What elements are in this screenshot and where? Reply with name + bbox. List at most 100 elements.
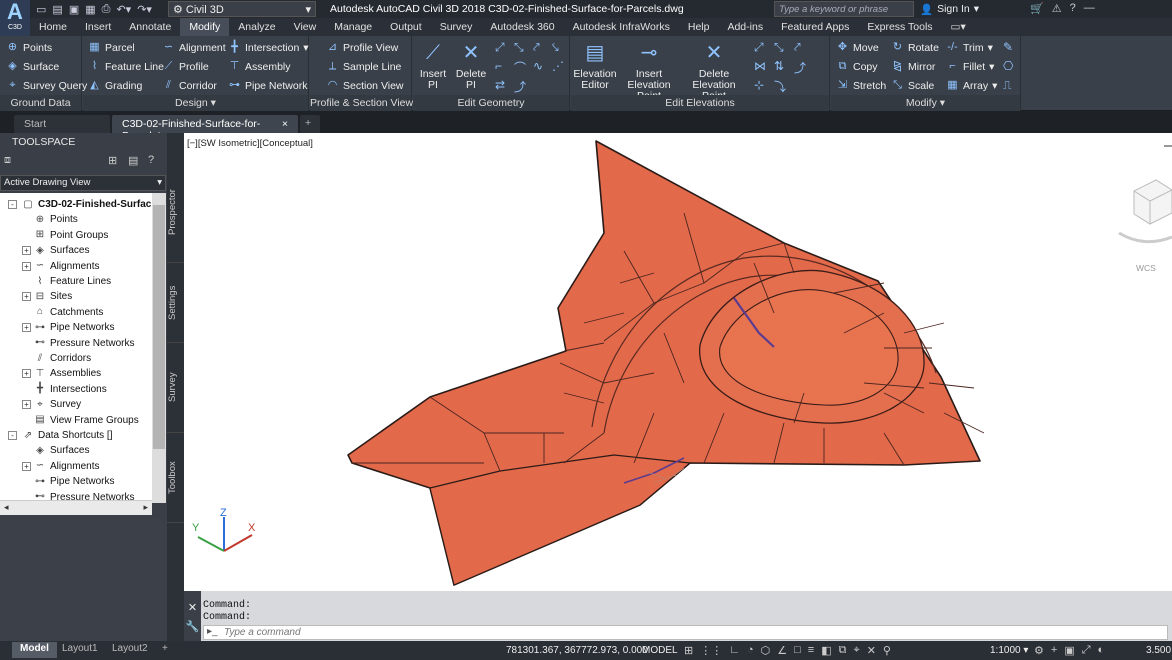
grading-button[interactable]: ◭ Grading (88, 79, 142, 92)
expand-icon[interactable]: + (22, 400, 31, 410)
ribbon-options-icon[interactable]: ▭▾ (942, 18, 975, 36)
tree-node[interactable]: ⫽ Corridors (34, 351, 91, 366)
corridor-button[interactable]: ⫽ Corridor (162, 79, 217, 92)
trim-icon[interactable]: ⤤ (533, 40, 540, 55)
insert-pi-button[interactable]: ⟋ Insert PI (415, 40, 451, 91)
plus-icon[interactable]: + (1051, 644, 1057, 657)
open-folder-icon[interactable]: ▤ (52, 3, 62, 16)
expand-icon[interactable]: + (22, 261, 31, 271)
close-icon[interactable]: × (282, 118, 288, 133)
viewcube-icon[interactable] (1118, 179, 1172, 244)
isodraft-icon[interactable]: ⬡ (761, 644, 771, 657)
tree-node[interactable]: ∽ Alignments (34, 459, 100, 474)
edit-curve-icon[interactable]: ⤴ (514, 78, 526, 95)
panel-title-modify[interactable]: Modify ▾ (831, 95, 1020, 111)
expand-icon[interactable]: + (22, 461, 31, 471)
raise-lower-icon[interactable]: ⇅ (774, 59, 784, 73)
tab-autodesk-infraworks[interactable]: Autodesk InfraWorks (564, 18, 679, 36)
annotation-visibility-icon[interactable]: ⚲ (883, 644, 891, 657)
tree-node[interactable]: ⊟ Sites (34, 289, 72, 304)
tab-layout1[interactable]: Layout1 (54, 642, 106, 658)
points-button[interactable]: ⊕ Points (6, 41, 52, 54)
scale-button[interactable]: ⤡ Scale (891, 79, 934, 92)
sign-in-button[interactable]: 👤 Sign In ▾ (920, 3, 979, 16)
tab-featured-apps[interactable]: Featured Apps (772, 18, 858, 36)
tab-prospector[interactable]: Prospector (167, 163, 184, 263)
array-button[interactable]: ▦ Array ▾ (946, 79, 997, 92)
coordinates-readout[interactable]: 781301.367, 367772.973, 0.000 (506, 645, 648, 656)
tab-analyze[interactable]: Analyze (229, 18, 284, 36)
fullscreen-icon[interactable]: ⤢ (1082, 644, 1091, 657)
exchange-icon[interactable]: ⚠ (1052, 2, 1062, 15)
extend-icon[interactable]: ⤥ (552, 40, 559, 55)
annotation-scale[interactable]: 1:1000 ▾ (990, 645, 1028, 656)
move-button[interactable]: ✥ Move (836, 41, 879, 54)
model-space-button[interactable]: MODEL (642, 645, 678, 656)
fit-curve-icon[interactable]: ⌒ (514, 59, 526, 76)
new-file-icon[interactable]: ▭ (36, 3, 46, 16)
help-icon[interactable]: ? (148, 154, 154, 166)
collapse-icon[interactable]: - (8, 200, 17, 209)
surface-button[interactable]: ◈ Surface (6, 60, 59, 73)
sample-line-button[interactable]: ⟂ Sample Line (326, 60, 402, 73)
file-tab-drawing[interactable]: C3D-02-Finished-Surface-for-Parcels* × (112, 115, 298, 142)
tree-node[interactable]: ◈ Surfaces (34, 243, 89, 258)
tab-output[interactable]: Output (381, 18, 431, 36)
save-as-icon[interactable]: ▦ (85, 3, 95, 16)
minimize-icon[interactable]: — (1084, 2, 1095, 15)
tab-autodesk-360[interactable]: Autodesk 360 (481, 18, 563, 36)
tab-modify[interactable]: Modify (180, 18, 230, 36)
search-input[interactable]: Type a keyword or phrase (774, 1, 914, 17)
tree-node[interactable]: ⊞ Point Groups (34, 228, 109, 243)
wcs-menu[interactable]: WCS (1136, 263, 1156, 273)
transparency-icon[interactable]: ◧ (821, 644, 831, 657)
feature-line-button[interactable]: ⌇ Feature Line (88, 60, 164, 73)
adjacent-elevations-icon[interactable]: ⤴ (794, 59, 806, 76)
tab-annotate[interactable]: Annotate (120, 18, 180, 36)
elevations-from-surface-icon[interactable]: ⋈ (754, 59, 766, 73)
profile-view-button[interactable]: ⊿ Profile View (326, 41, 398, 54)
gear-icon[interactable]: ⚙ (1034, 644, 1044, 657)
parcel-button[interactable]: ▦ Parcel (88, 41, 134, 54)
tree-scrollbar-thumb[interactable] (153, 205, 165, 449)
break-icon[interactable]: ⤢ (495, 40, 505, 55)
tab-manage[interactable]: Manage (325, 18, 381, 36)
delete-pi-button[interactable]: ✕ Delete PI (451, 40, 491, 91)
scroll-right-icon[interactable]: ▸ (143, 502, 148, 513)
help-icon[interactable]: ? (1070, 2, 1076, 15)
undo-icon[interactable]: ↶▾ (116, 3, 131, 16)
tree-node[interactable]: ⌇ Feature Lines (34, 274, 112, 289)
tab-survey[interactable]: Survey (431, 18, 482, 36)
tab-express-tools[interactable]: Express Tools (858, 18, 941, 36)
tree-node[interactable]: ▢ C3D-02-Finished-Surfac... (22, 197, 152, 212)
tree-node[interactable]: ⌖ Survey (34, 397, 81, 412)
isolate-icon[interactable]: ◐ (1098, 644, 1105, 657)
rotate-button[interactable]: ↻ Rotate (891, 41, 939, 54)
tree-node[interactable]: ╋ Intersections (34, 382, 107, 397)
expand-icon[interactable]: + (22, 369, 31, 379)
insert-high-low-icon[interactable]: ⊹ (754, 78, 764, 92)
application-menu-button[interactable]: A C3D (0, 0, 30, 36)
command-line-handle[interactable]: ✕ 🔧 (184, 591, 201, 641)
save-icon[interactable]: ▣ (69, 3, 79, 16)
tree-node[interactable]: ▤ View Frame Groups (34, 413, 138, 428)
drawing-view-dropdown[interactable]: Active Drawing View ▾ (0, 175, 166, 191)
set-grade-icon[interactable]: ⤤ (794, 40, 801, 55)
new-layout-button[interactable]: + (154, 642, 176, 658)
join-icon[interactable]: ⤡ (514, 40, 524, 55)
edit-elevations-icon[interactable]: ⤡ (774, 40, 784, 55)
stretch-button[interactable]: ⇲ Stretch (836, 79, 886, 92)
item-view-icon[interactable]: ⊞ (108, 154, 117, 167)
tree-node[interactable]: ⊕ Points (34, 212, 78, 227)
delete-elevation-point-button[interactable]: ✕Delete Elevation Point (681, 40, 747, 102)
hardware-acceleration-icon[interactable]: ▣ (1064, 644, 1074, 657)
new-tab-button[interactable]: + (300, 115, 320, 133)
tree-node[interactable]: ⊷ Pressure Networks (34, 336, 134, 351)
customize-icon[interactable]: 🔧 (184, 620, 201, 633)
profile-button[interactable]: ⟋ Profile (162, 60, 209, 73)
erase-icon[interactable]: ✎ (1003, 40, 1013, 54)
tab-insert[interactable]: Insert (76, 18, 120, 36)
scroll-left-icon[interactable]: ◂ (4, 502, 9, 513)
redo-icon[interactable]: ↷▾ (137, 3, 152, 16)
raise-lower-incremental-icon[interactable]: ⤵ (774, 78, 786, 95)
